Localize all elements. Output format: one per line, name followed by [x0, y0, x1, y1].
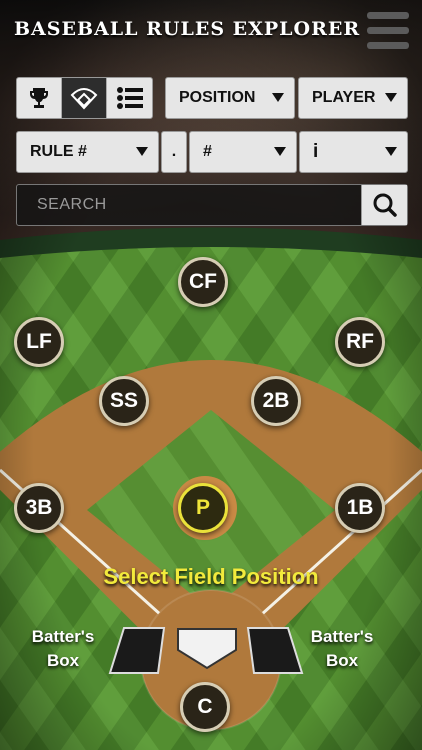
chevron-down-icon [272, 93, 284, 102]
list-icon [116, 87, 143, 109]
player-dropdown[interactable]: PLAYER [298, 77, 408, 119]
search-button[interactable] [361, 185, 407, 225]
rule-separator: . [161, 131, 187, 173]
rule-dropdown-label: RULE # [30, 143, 87, 160]
chevron-down-icon [136, 147, 148, 156]
batters-box-right-label[interactable]: Batter's Box [296, 625, 388, 673]
list-mode-button[interactable] [107, 78, 152, 118]
info-dropdown-label: i [313, 141, 319, 162]
trophy-icon [30, 88, 48, 108]
search-bar [16, 184, 408, 226]
chevron-down-icon [274, 147, 286, 156]
rule-number-dropdown[interactable]: RULE # [16, 131, 159, 173]
chevron-down-icon [385, 147, 397, 156]
position-pitcher[interactable]: P [178, 483, 228, 533]
sub-number-dropdown[interactable]: # [189, 131, 297, 173]
position-first-base[interactable]: 1B [335, 483, 385, 533]
position-third-base[interactable]: 3B [14, 483, 64, 533]
info-dropdown[interactable]: i [299, 131, 408, 173]
field-icon [70, 88, 98, 110]
mode-selector [16, 77, 153, 119]
chevron-down-icon [385, 93, 397, 102]
field-mode-button[interactable] [62, 78, 107, 118]
player-dropdown-label: PLAYER [312, 89, 376, 106]
search-icon [373, 193, 397, 217]
hamburger-menu-icon[interactable] [367, 12, 409, 50]
app-title: BASEBALL RULES EXPLORER [14, 18, 361, 40]
position-second-base[interactable]: 2B [251, 376, 301, 426]
position-center-field[interactable]: CF [178, 257, 228, 307]
batters-box-left-label[interactable]: Batter's Box [17, 625, 109, 673]
search-input[interactable] [17, 185, 361, 225]
trophy-mode-button[interactable] [17, 78, 62, 118]
position-dropdown-label: POSITION [179, 89, 256, 106]
position-catcher[interactable]: C [180, 682, 230, 732]
position-dropdown[interactable]: POSITION [165, 77, 295, 119]
position-shortstop[interactable]: SS [99, 376, 149, 426]
separator-dot: . [171, 143, 177, 160]
position-left-field[interactable]: LF [14, 317, 64, 367]
sub-number-label: # [203, 143, 212, 160]
select-field-position-prompt: Select Field Position [103, 564, 319, 589]
position-right-field[interactable]: RF [335, 317, 385, 367]
